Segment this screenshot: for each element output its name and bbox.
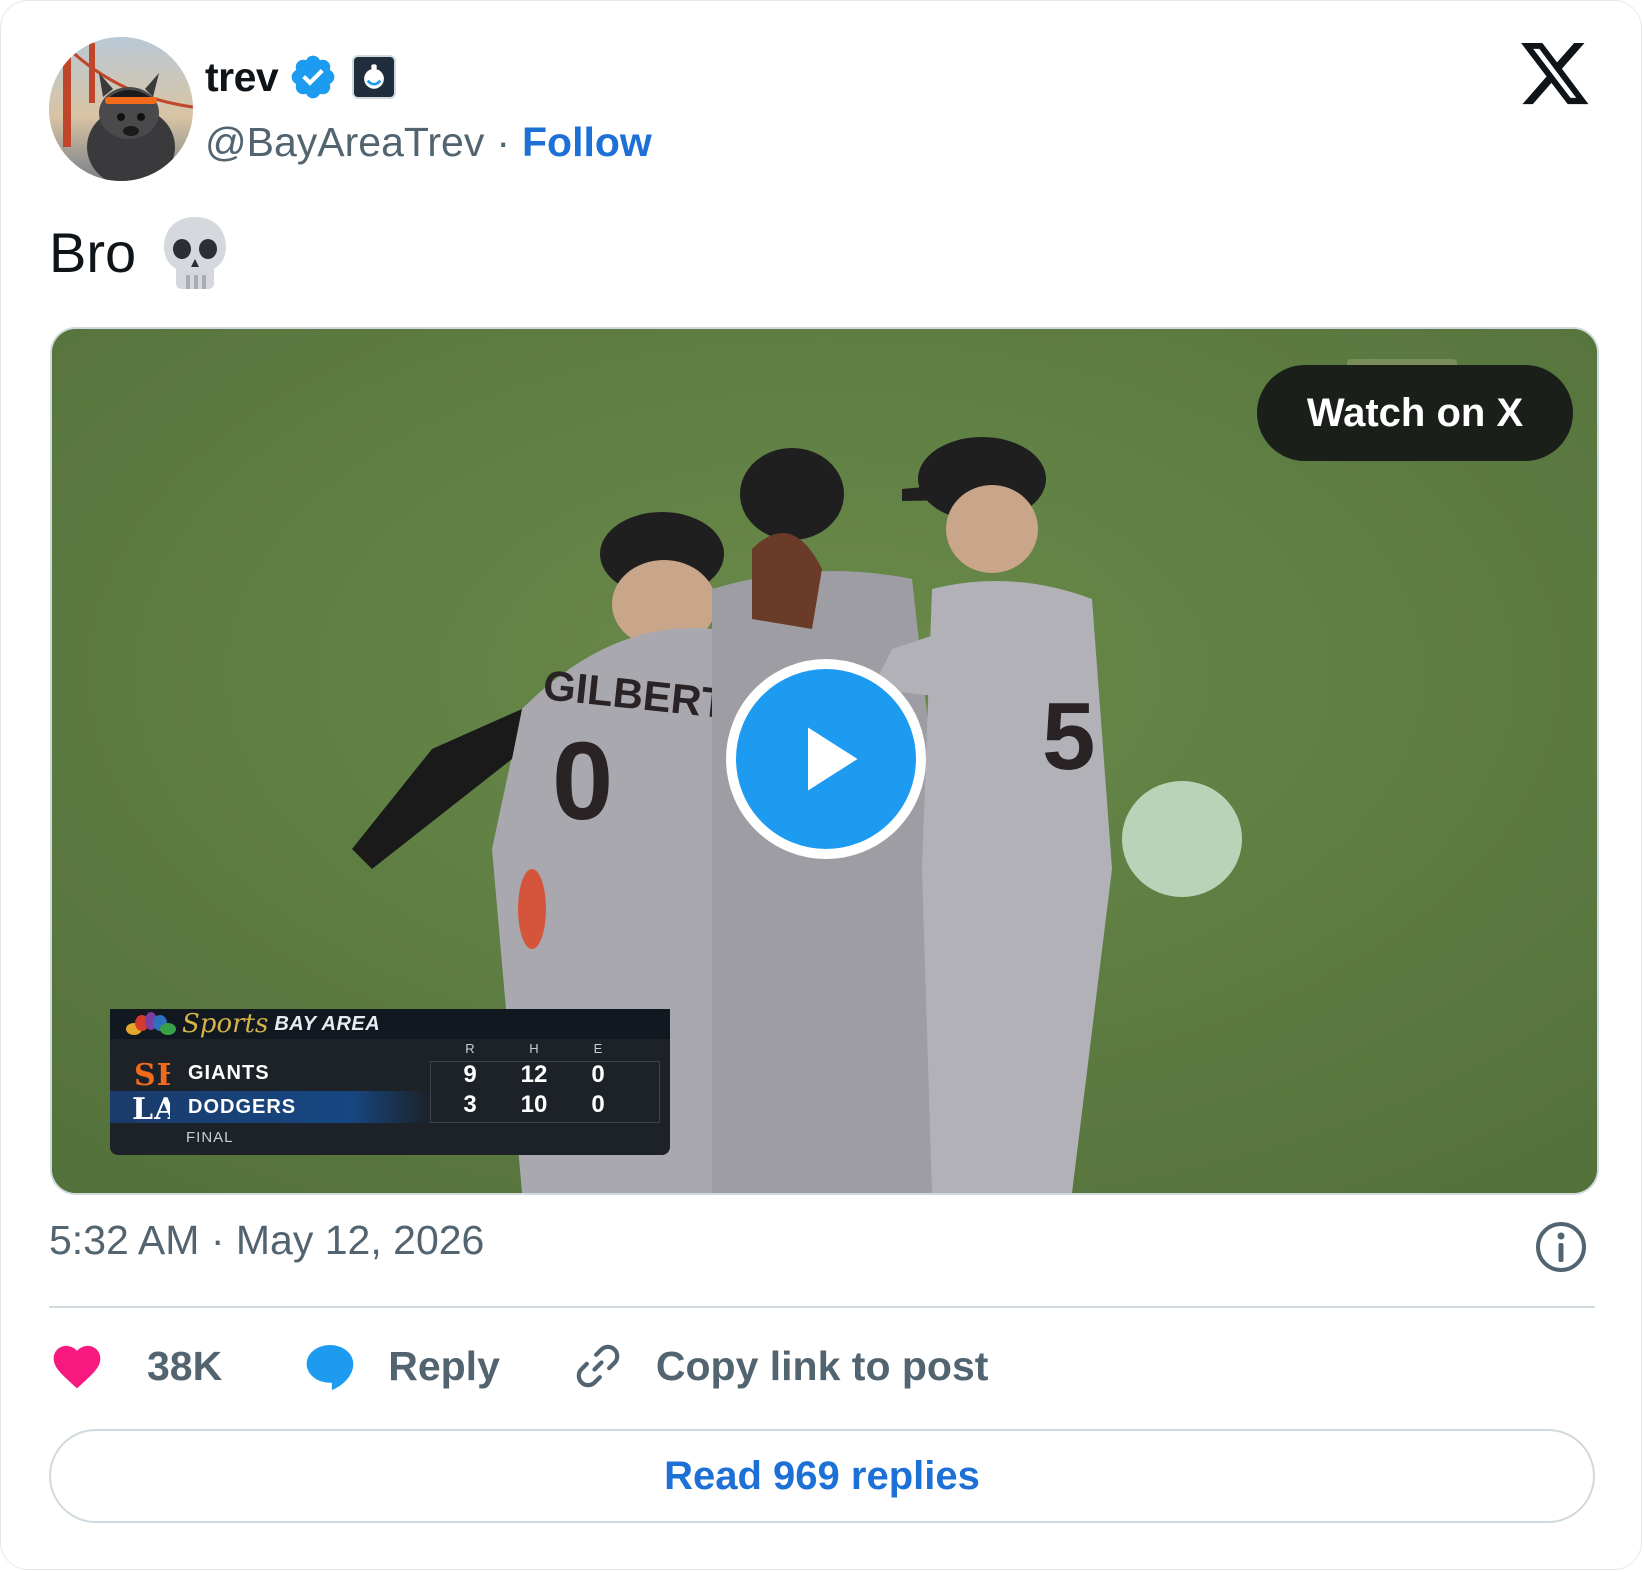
scorebug: Sports BAY AREA SF GIANTS LA DODGERS (110, 1009, 670, 1155)
play-icon (808, 727, 858, 791)
watch-on-x-button[interactable]: Watch on X (1257, 365, 1573, 461)
scorebug-status: FINAL (186, 1129, 234, 1146)
scorebug-cell: 9 (463, 1061, 477, 1088)
scorebug-col-h: H (529, 1041, 539, 1056)
scorebug-team-name: GIANTS (188, 1061, 270, 1084)
x-logo-icon[interactable] (1521, 43, 1591, 107)
scorebug-network-sports: Sports (182, 1009, 269, 1039)
tweet-time: 5:32 AM (49, 1217, 200, 1263)
giants-logo-icon: SF (134, 1058, 170, 1089)
separator-dot: · (496, 118, 511, 165)
scorebug-cell: 10 (520, 1091, 548, 1118)
follow-button[interactable]: Follow (522, 119, 652, 166)
copy-link-button[interactable]: Copy link to post (570, 1338, 989, 1394)
verified-badge-icon (288, 52, 338, 102)
speech-bubble-icon (306, 1345, 354, 1391)
scorebug-team-giants: SF GIANTS (110, 1057, 430, 1089)
scorebug-body: SF GIANTS LA DODGERS R H E 9 12 (110, 1039, 670, 1155)
tweet-timestamp[interactable]: 5:32 AM · May 12, 2026 (49, 1217, 484, 1264)
svg-text:5: 5 (1042, 683, 1095, 790)
svg-text:LA: LA (132, 1092, 170, 1123)
svg-text:0: 0 (552, 720, 613, 843)
affiliate-badge-icon[interactable] (352, 55, 397, 99)
peacock-logo-icon (126, 1012, 176, 1035)
info-icon[interactable] (1533, 1219, 1589, 1275)
tweet-embed-card: trev @BayAreaTrev · Follow Bro GILBERT 0… (0, 0, 1642, 1570)
author-handle-row: @BayAreaTrev · Follow (205, 115, 652, 169)
separator-dot: · (210, 1217, 225, 1263)
author-handle[interactable]: @BayAreaTrev (205, 119, 484, 166)
dodgers-logo-icon: LA (132, 1092, 170, 1123)
tweet-date: May 12, 2026 (235, 1217, 485, 1263)
tweet-body: Bro (49, 221, 137, 284)
heart-icon (53, 1345, 101, 1389)
divider (49, 1306, 1595, 1308)
video-player[interactable]: GILBERT 0 5 Watch on X Sports BAY AREA S… (50, 327, 1599, 1195)
scorebug-col-e: E (593, 1041, 603, 1056)
scorebug-cell: 0 (591, 1061, 605, 1088)
like-button[interactable]: 38K (49, 1338, 222, 1394)
avatar-image (49, 37, 193, 181)
scorebug-cell: 3 (463, 1091, 477, 1118)
scorebug-team-dodgers: LA DODGERS (110, 1091, 430, 1123)
skull-emoji-icon (160, 215, 230, 291)
scorebug-network-region: BAY AREA (274, 1012, 381, 1035)
scorebug-grid: R H E 9 12 0 3 10 0 (444, 1039, 654, 1129)
link-icon (576, 1344, 620, 1388)
tweet-actions: 38K Reply Copy link to post (49, 1331, 988, 1401)
svg-text:SF: SF (134, 1058, 170, 1089)
scorebug-header: Sports BAY AREA (110, 1009, 670, 1039)
reply-label: Reply (388, 1342, 500, 1389)
read-replies-button[interactable]: Read 969 replies (49, 1429, 1595, 1523)
tweet-text: Bro (49, 213, 230, 293)
reply-button[interactable]: Reply (302, 1338, 500, 1394)
play-button[interactable] (726, 659, 926, 859)
scorebug-col-r: R (465, 1041, 475, 1056)
author-display-name[interactable]: trev (205, 54, 279, 101)
scorebug-cell: 12 (520, 1061, 548, 1088)
like-count: 38K (147, 1342, 223, 1389)
scorebug-cell: 0 (591, 1091, 605, 1118)
scorebug-team-name: DODGERS (188, 1095, 297, 1118)
author-avatar[interactable] (49, 37, 193, 181)
author-name-row: trev (205, 49, 397, 105)
copy-link-label: Copy link to post (655, 1342, 989, 1389)
